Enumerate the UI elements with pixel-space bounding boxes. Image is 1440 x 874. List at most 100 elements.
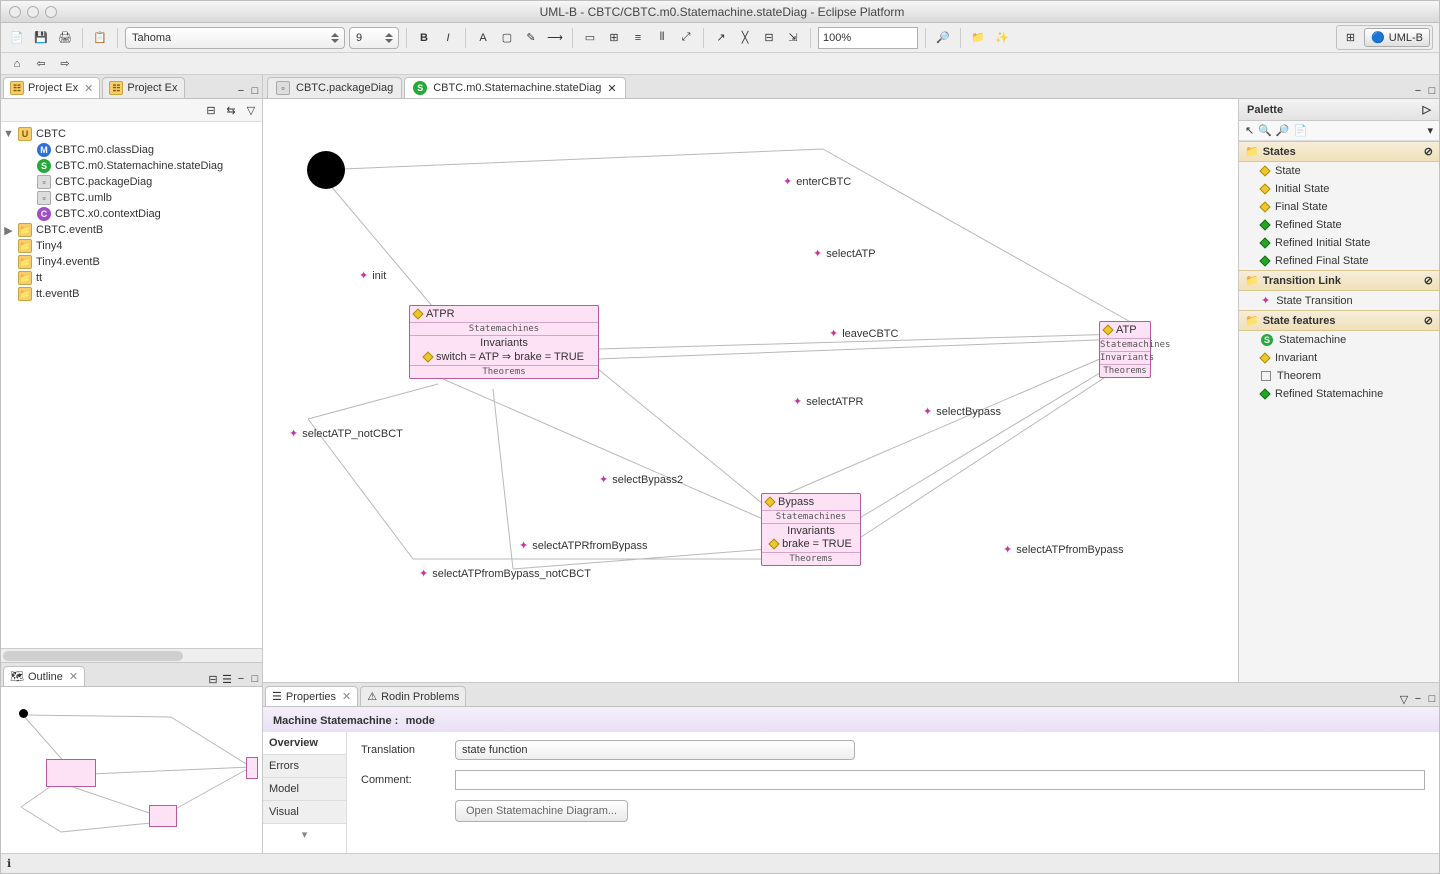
zoom-out-icon[interactable]: 🔎: [1276, 124, 1290, 137]
line-color-icon[interactable]: ✎: [521, 28, 541, 48]
view-menu-icon[interactable]: ▽: [243, 102, 259, 118]
transition-label[interactable]: ✦selectBypass: [923, 405, 1001, 418]
tab-properties[interactable]: ☰Properties✕: [265, 686, 358, 706]
distribute-icon[interactable]: ⫴: [652, 28, 672, 48]
fill-color-icon[interactable]: ▢: [497, 28, 517, 48]
initial-state-node[interactable]: [307, 151, 345, 189]
transition-label[interactable]: ✦enterCBTC: [783, 175, 851, 188]
horizontal-scrollbar[interactable]: [1, 648, 262, 662]
tab-state-diag[interactable]: SCBTC.m0.Statemachine.stateDiag✕: [404, 77, 625, 98]
palette-item[interactable]: ✦State Transition: [1239, 291, 1439, 310]
layout-icon[interactable]: ╳: [735, 28, 755, 48]
close-icon[interactable]: ✕: [84, 82, 93, 95]
view-menu-icon[interactable]: ▽: [1397, 692, 1411, 706]
palette-item[interactable]: SStatemachine: [1239, 331, 1439, 349]
minimize-view-icon[interactable]: −: [1411, 692, 1425, 706]
palette-item[interactable]: Final State: [1239, 198, 1439, 216]
palette-item[interactable]: Initial State: [1239, 180, 1439, 198]
chevron-right-icon[interactable]: ▷: [1423, 103, 1431, 116]
zoom-input[interactable]: 100%: [818, 27, 918, 49]
state-bypass[interactable]: Bypass Statemachines Invariants brake = …: [761, 493, 861, 566]
tab-project-explorer-2[interactable]: ☷Project Ex: [102, 77, 184, 98]
state-atp[interactable]: ATP Statemachines Invariants Theorems: [1099, 321, 1151, 378]
transition-label[interactable]: ✦selectBypass2: [599, 473, 683, 486]
prop-tab-errors[interactable]: Errors: [263, 755, 346, 778]
transition-label[interactable]: ✦selectATPR: [793, 395, 863, 408]
comment-input[interactable]: [455, 770, 1425, 790]
autosize-icon[interactable]: ⤢: [676, 28, 696, 48]
grid-icon[interactable]: ⊟: [759, 28, 779, 48]
new-icon[interactable]: 📄: [7, 28, 27, 48]
collapse-all-icon[interactable]: ⊟: [203, 102, 219, 118]
close-icon[interactable]: ✕: [69, 670, 78, 683]
font-size-combo[interactable]: 9: [349, 27, 399, 49]
transition-label[interactable]: ✦selectATP_notCBCT: [289, 427, 403, 440]
print-icon[interactable]: 🖨: [55, 28, 75, 48]
router-icon[interactable]: ↗: [711, 28, 731, 48]
outline-minimap[interactable]: [1, 687, 262, 853]
palette-item[interactable]: Refined Initial State: [1239, 234, 1439, 252]
pointer-icon[interactable]: ↖: [1245, 124, 1254, 137]
outline-tree-icon[interactable]: ☰: [220, 672, 234, 686]
paste-icon[interactable]: 📋: [90, 28, 110, 48]
prop-tab-visual[interactable]: Visual: [263, 801, 346, 824]
font-family-combo[interactable]: Tahoma: [125, 27, 345, 49]
bold-icon[interactable]: B: [414, 28, 434, 48]
font-color-icon[interactable]: A: [473, 28, 493, 48]
palette-item[interactable]: Refined Statemachine: [1239, 385, 1439, 403]
link-editor-icon[interactable]: ⇆: [223, 102, 239, 118]
transition-label[interactable]: ✦selectATPfromBypass: [1003, 543, 1124, 556]
more-tabs-icon[interactable]: ▾: [263, 824, 346, 841]
outline-tool-icon[interactable]: ⊟: [206, 672, 220, 686]
zoom-in-icon[interactable]: 🔍: [1258, 124, 1272, 137]
perspective-umlb[interactable]: 🔵UML-B: [1364, 28, 1430, 47]
transition-label[interactable]: ✦init: [359, 269, 386, 282]
tab-project-explorer-1[interactable]: ☷Project Ex✕: [3, 77, 100, 98]
palette-item[interactable]: Refined State: [1239, 216, 1439, 234]
translation-select[interactable]: state function: [455, 740, 855, 760]
minimize-view-icon[interactable]: −: [234, 672, 248, 686]
transition-label[interactable]: ✦leaveCBTC: [829, 327, 898, 340]
wand-icon[interactable]: ✨: [992, 28, 1012, 48]
transition-label[interactable]: ✦selectATPfromBypass_notCBCT: [419, 567, 591, 580]
project-tree[interactable]: ▼UCBTC MCBTC.m0.classDiag SCBTC.m0.State…: [1, 122, 262, 648]
zoom-window-button[interactable]: [45, 6, 57, 18]
italic-icon[interactable]: I: [438, 28, 458, 48]
palette-item[interactable]: Theorem: [1239, 367, 1439, 385]
prop-tab-model[interactable]: Model: [263, 778, 346, 801]
snap-icon[interactable]: ⇲: [783, 28, 803, 48]
save-icon[interactable]: 💾: [31, 28, 51, 48]
perspective-switcher-button[interactable]: ⊞: [1339, 28, 1362, 47]
palette-section-states[interactable]: 📁States⊘: [1239, 141, 1439, 162]
align-icon[interactable]: ≡: [628, 28, 648, 48]
search-icon[interactable]: 🔎: [933, 28, 953, 48]
palette-section-features[interactable]: 📁State features⊘: [1239, 310, 1439, 331]
palette-item[interactable]: State: [1239, 162, 1439, 180]
home-icon[interactable]: ⌂: [7, 54, 27, 74]
note-icon[interactable]: 📄: [1294, 124, 1308, 137]
tab-rodin-problems[interactable]: ⚠Rodin Problems: [360, 686, 466, 706]
palette-menu-icon[interactable]: ▾: [1427, 124, 1433, 137]
back-icon[interactable]: ⇦: [31, 54, 51, 74]
maximize-editor-icon[interactable]: □: [1425, 84, 1439, 98]
tab-outline[interactable]: 🗺Outline✕: [3, 666, 85, 686]
close-window-button[interactable]: [9, 6, 21, 18]
minimize-window-button[interactable]: [27, 6, 39, 18]
state-atpr[interactable]: ATPR Statemachines Invariants switch = A…: [409, 305, 599, 379]
arrange-icon[interactable]: ⊞: [604, 28, 624, 48]
prop-tab-overview[interactable]: Overview: [263, 732, 346, 755]
palette-item[interactable]: Invariant: [1239, 349, 1439, 367]
maximize-view-icon[interactable]: □: [248, 84, 262, 98]
expand-icon[interactable]: ▼: [3, 129, 14, 140]
minimize-editor-icon[interactable]: −: [1411, 84, 1425, 98]
tab-package-diag[interactable]: ▫CBTC.packageDiag: [267, 77, 402, 98]
maximize-view-icon[interactable]: □: [1425, 692, 1439, 706]
transition-label[interactable]: ✦selectATP: [813, 247, 876, 260]
diagram-canvas[interactable]: ATPR Statemachines Invariants switch = A…: [263, 99, 1239, 682]
open-statemachine-button[interactable]: Open Statemachine Diagram...: [455, 800, 628, 822]
folder-icon[interactable]: 📁: [968, 28, 988, 48]
palette-item[interactable]: Refined Final State: [1239, 252, 1439, 270]
close-icon[interactable]: ✕: [607, 82, 616, 95]
transition-label[interactable]: ✦selectATPRfromBypass: [519, 539, 648, 552]
maximize-view-icon[interactable]: □: [248, 672, 262, 686]
